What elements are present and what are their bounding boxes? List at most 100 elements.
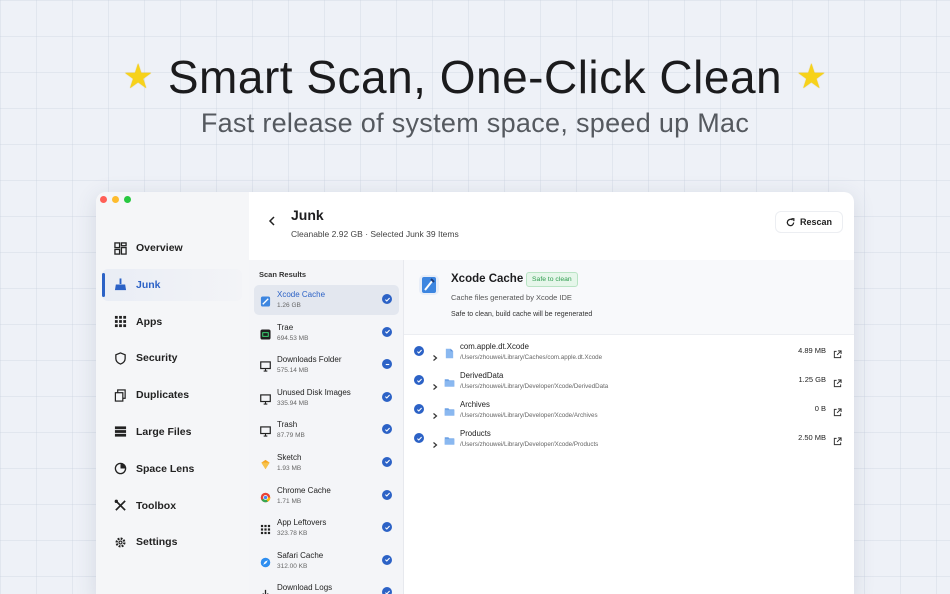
zoom-window-button[interactable]: [124, 196, 131, 203]
folder-icon: [444, 433, 455, 445]
safe-to-clean-badge: Safe to clean: [526, 272, 578, 287]
rescan-label: Rescan: [799, 217, 832, 227]
scan-item[interactable]: Safari Cache 312.00 KB: [254, 546, 399, 576]
sidebar-item-settings[interactable]: Settings: [102, 526, 242, 558]
scan-item[interactable]: Trash 87.79 MB: [254, 415, 399, 445]
folder-icon: [444, 375, 455, 387]
detail-title: Xcode Cache: [451, 273, 524, 285]
sidebar-item-security[interactable]: Security: [102, 342, 242, 374]
file-icon: [444, 346, 455, 359]
sidebar-item-space-lens[interactable]: Space Lens: [102, 453, 242, 485]
sidebar-item-label: Apps: [136, 315, 163, 328]
xcode-icon: [260, 294, 271, 307]
hero-title-text: Smart Scan, One-Click Clean: [167, 51, 783, 103]
folder-icon: [444, 404, 455, 416]
open-external-icon[interactable]: [833, 346, 842, 359]
file-path: /Users/zhouwei/Library/Developer/Xcode/A…: [460, 412, 598, 419]
hero-title: ★ Smart Scan, One-Click Clean ★: [0, 50, 950, 104]
file-row[interactable]: DerivedData/Users/zhouwei/Library/Develo…: [404, 366, 854, 395]
checkbox-checked-icon[interactable]: [382, 391, 392, 402]
scan-item-size: 87.79 MB: [277, 432, 305, 440]
app-window: Overview Junk Apps Security Duplicates L…: [96, 192, 854, 594]
checkbox-checked-icon[interactable]: [382, 456, 392, 467]
scan-item[interactable]: Chrome Cache 1.71 MB: [254, 481, 399, 511]
file-size: 0 B: [814, 404, 826, 413]
scan-item-size: 1.26 GB: [277, 302, 301, 309]
minimize-window-button[interactable]: [112, 196, 119, 203]
tools-icon: [114, 499, 126, 511]
scan-items: Xcode Cache 1.26 GB Trae 694.53 MB Downloads…: [254, 285, 399, 594]
checkbox-checked-icon[interactable]: [382, 326, 392, 337]
chevron-right-icon[interactable]: [432, 435, 438, 448]
scan-item-name: App Leftovers: [277, 518, 327, 528]
sidebar-item-toolbox[interactable]: Toolbox: [102, 490, 242, 522]
scan-item-name: Sketch: [277, 452, 302, 462]
file-path: /Users/zhouwei/Library/Developer/Xcode/D…: [460, 383, 609, 390]
scan-item[interactable]: App Leftovers 323.78 KB: [254, 513, 399, 543]
file-rows: com.apple.dt.Xcode/Users/zhouwei/Library…: [404, 337, 854, 453]
checkbox-checked-icon[interactable]: [382, 294, 392, 304]
hero-subtitle: Fast release of system space, speed up M…: [200, 108, 750, 138]
open-external-icon[interactable]: [833, 433, 842, 446]
file-size: 1.25 GB: [798, 375, 826, 384]
checkbox-checked-icon[interactable]: [414, 433, 424, 443]
file-name: com.apple.dt.Xcode: [460, 342, 529, 351]
window-controls: [100, 196, 131, 203]
scan-results-list: Scan Results Xcode Cache 1.26 GB Trae 694.5…: [249, 260, 404, 594]
sidebar-item-junk[interactable]: Junk: [102, 268, 242, 301]
file-row[interactable]: Archives/Users/zhouwei/Library/Developer…: [404, 395, 854, 424]
scan-item-name: Downloads Folder: [277, 355, 342, 365]
xcode-icon: [419, 275, 439, 295]
sidebar-item-duplicates[interactable]: Duplicates: [102, 379, 242, 411]
file-name: DerivedData: [460, 371, 504, 380]
chevron-right-icon[interactable]: [432, 406, 438, 419]
checkbox-checked-icon[interactable]: [382, 554, 392, 565]
scan-item-name: Unused Disk Images: [277, 387, 351, 397]
file-name: Archives: [460, 400, 490, 409]
chevron-right-icon[interactable]: [432, 377, 438, 390]
scan-item-name: Safari Cache: [277, 550, 324, 560]
large-files-icon: [114, 426, 127, 438]
checkbox-checked-icon[interactable]: [414, 375, 424, 385]
safari-icon: [260, 555, 271, 568]
apps-grid-icon: [260, 522, 271, 535]
scan-item-size: 312.00 KB: [277, 562, 308, 570]
scan-item[interactable]: Unused Disk Images 335.94 MB: [254, 383, 399, 413]
scan-item[interactable]: Xcode Cache 1.26 GB: [254, 285, 399, 315]
detail-header: Xcode Cache Safe to clean Cache files ge…: [404, 260, 854, 335]
back-chevron-icon[interactable]: [267, 216, 277, 226]
sidebar-item-label: Junk: [136, 278, 161, 291]
checkbox-checked-icon[interactable]: [382, 489, 392, 500]
checkbox-checked-icon[interactable]: [414, 404, 424, 414]
open-external-icon[interactable]: [833, 404, 842, 417]
scan-item[interactable]: Download Logs: [254, 578, 399, 594]
file-name: Products: [460, 429, 491, 438]
checkbox-checked-icon[interactable]: [414, 346, 424, 356]
sidebar-item-large-files[interactable]: Large Files: [102, 416, 242, 448]
pie-chart-icon: [114, 463, 127, 475]
rescan-button[interactable]: Rescan: [774, 211, 843, 233]
close-window-button[interactable]: [100, 196, 107, 203]
star-icon: ★: [796, 58, 828, 96]
scan-item-size: 1.93 MB: [277, 464, 302, 472]
monitor-icon: [260, 424, 271, 438]
scan-item[interactable]: Sketch 1.93 MB: [254, 448, 399, 478]
chevron-right-icon[interactable]: [432, 348, 438, 361]
scan-item-name: Trae: [277, 322, 294, 332]
file-row[interactable]: com.apple.dt.Xcode/Users/zhouwei/Library…: [404, 337, 854, 366]
monitor-icon: [260, 392, 271, 405]
sidebar-item-overview[interactable]: Overview: [102, 232, 242, 264]
sidebar-item-label: Space Lens: [136, 462, 195, 475]
download-icon: [260, 587, 271, 594]
scan-item[interactable]: Trae 694.53 MB: [254, 318, 399, 348]
scan-results-heading: Scan Results: [259, 270, 307, 279]
detail-panel: Xcode Cache Safe to clean Cache files ge…: [404, 260, 854, 594]
checkbox-checked-icon[interactable]: [382, 587, 392, 594]
sidebar-item-label: Overview: [136, 242, 183, 254]
sidebar-item-apps[interactable]: Apps: [102, 306, 242, 338]
scan-item[interactable]: Downloads Folder 575.14 MB: [254, 350, 399, 380]
sidebar-item-label: Toolbox: [136, 499, 177, 512]
file-row[interactable]: Products/Users/zhouwei/Library/Developer…: [404, 424, 854, 453]
open-external-icon[interactable]: [833, 375, 842, 388]
sketch-icon: [260, 457, 271, 470]
